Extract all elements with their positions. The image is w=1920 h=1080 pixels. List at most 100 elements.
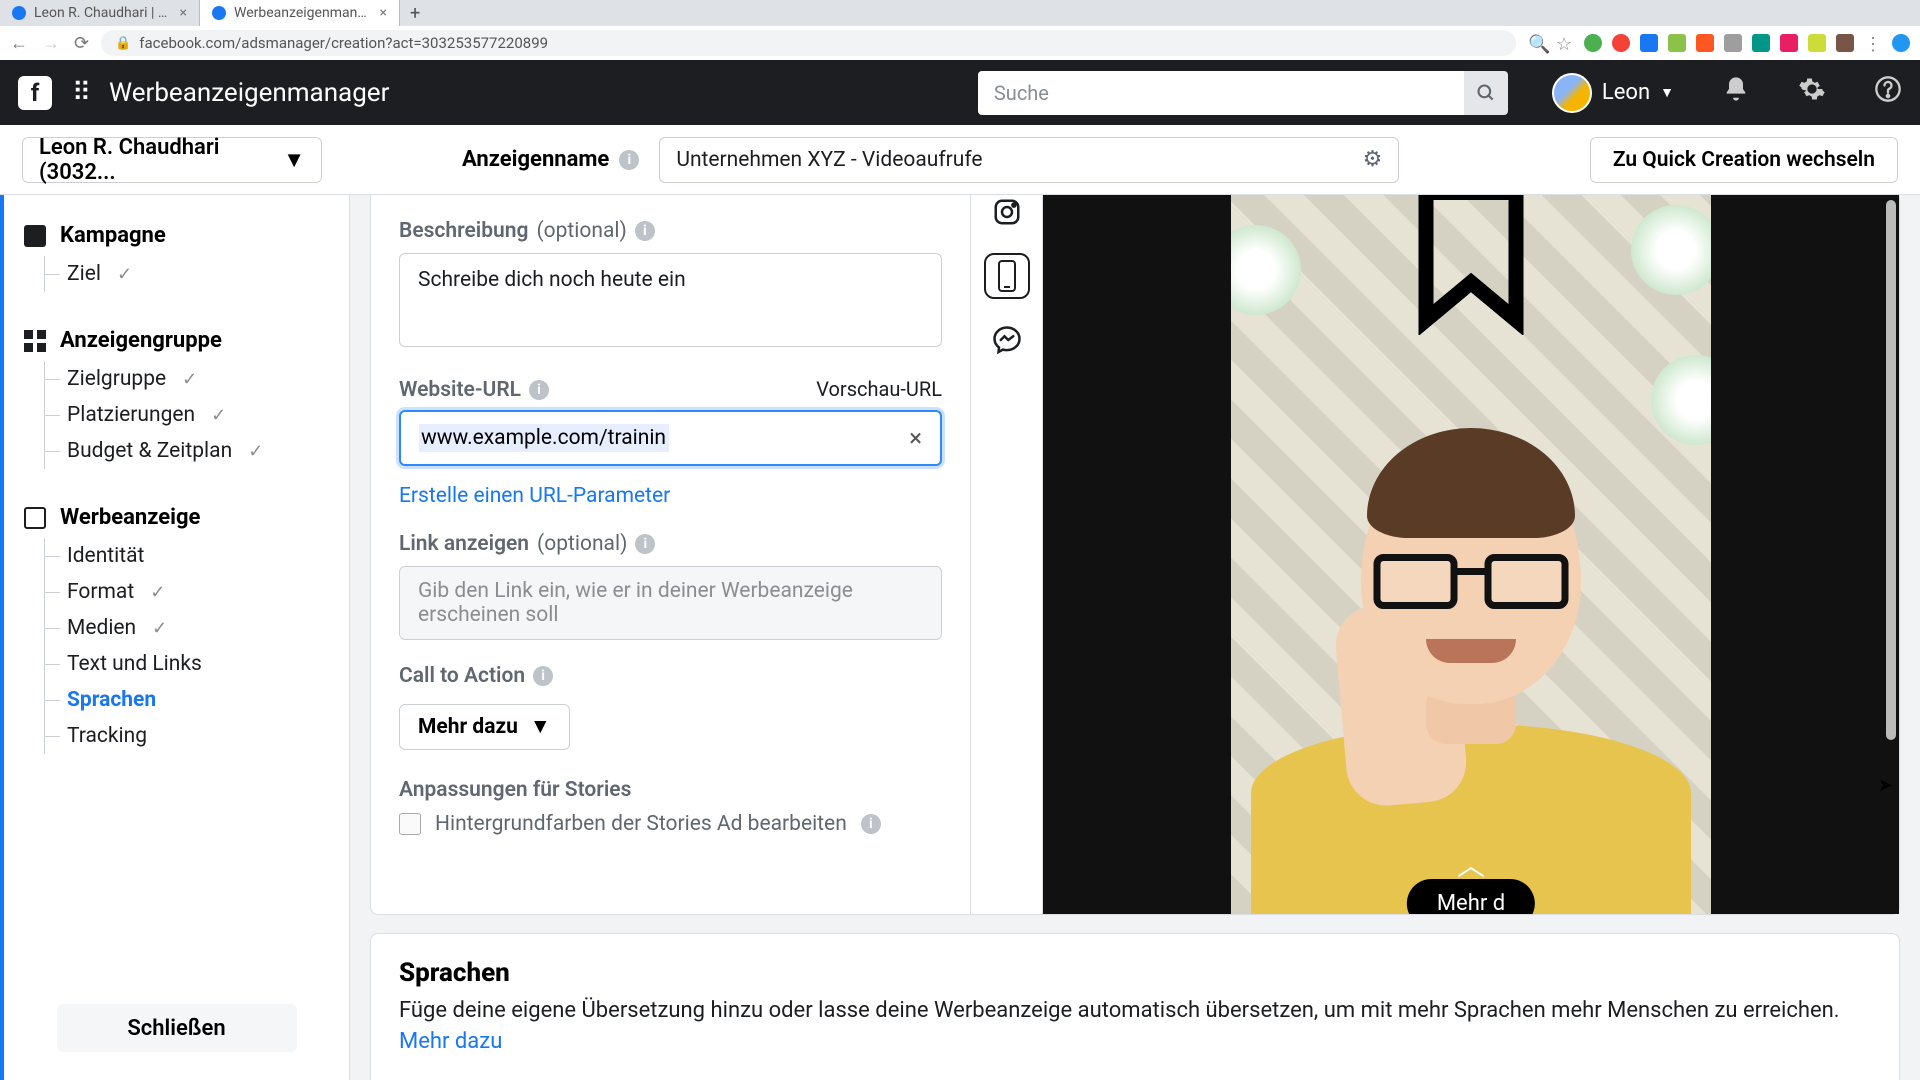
sidebar-item-identitaet[interactable]: Identität xyxy=(43,538,349,574)
ext-icon[interactable] xyxy=(1696,34,1714,52)
learn-more-link[interactable]: Mehr dazu xyxy=(399,1029,502,1054)
gear-icon[interactable]: ⚙ xyxy=(1363,147,1383,172)
back-icon[interactable]: ← xyxy=(10,33,28,54)
info-icon[interactable]: i xyxy=(533,666,553,686)
content: Beschreibung (optional) i Website-URL i … xyxy=(350,195,1920,1080)
sidebar-item-format[interactable]: Format✓ xyxy=(43,574,349,610)
new-tab-button[interactable]: + xyxy=(400,3,430,24)
settings-icon[interactable] xyxy=(1798,75,1826,110)
sidebar-group-campaign: Kampagne Ziel✓ xyxy=(4,215,349,292)
ad-name-input[interactable]: Unternehmen XYZ - Videoaufrufe ⚙ xyxy=(659,137,1399,183)
ext-icon[interactable] xyxy=(1640,34,1658,52)
check-icon: ✓ xyxy=(117,264,132,285)
browser-tab[interactable]: Leon R. Chaudhari | Facebook × xyxy=(0,0,200,26)
facebook-favicon xyxy=(12,6,26,20)
browser-chrome: Leon R. Chaudhari | Facebook × Werbeanze… xyxy=(0,0,1920,60)
ext-icon[interactable] xyxy=(1668,34,1686,52)
chevron-down-icon: ▼ xyxy=(283,147,305,173)
ext-icon[interactable] xyxy=(1724,34,1742,52)
account-name: Leon R. Chaudhari (3032... xyxy=(39,135,283,185)
info-icon[interactable]: i xyxy=(861,814,881,834)
website-url-label: Website-URL i xyxy=(399,378,549,402)
reload-icon[interactable]: ⟳ xyxy=(74,33,89,54)
browser-tab[interactable]: Werbeanzeigenmanager - Cre × xyxy=(200,0,400,26)
ad-editor-card: Beschreibung (optional) i Website-URL i … xyxy=(370,195,1900,915)
preview-device-column xyxy=(971,195,1043,914)
website-url-input[interactable]: × xyxy=(399,410,942,466)
search-button[interactable] xyxy=(1464,71,1508,115)
languages-title: Sprachen xyxy=(399,958,1871,988)
tab-bar: Leon R. Chaudhari | Facebook × Werbeanze… xyxy=(0,0,1920,26)
sidebar-item-ziel[interactable]: Ziel✓ xyxy=(43,256,349,292)
instagram-icon[interactable] xyxy=(984,195,1030,235)
ext-icon[interactable] xyxy=(1584,34,1602,52)
sidebar-item-text[interactable]: Text und Links xyxy=(43,646,349,682)
zoom-icon[interactable]: 🔍 xyxy=(1528,34,1546,52)
sidebar-head-ad[interactable]: Werbeanzeige xyxy=(4,497,349,538)
facebook-logo[interactable]: f xyxy=(18,76,52,110)
sidebar-item-budget[interactable]: Budget & Zeitplan✓ xyxy=(43,433,349,469)
close-tab-icon[interactable]: × xyxy=(380,5,387,21)
preview-cta-pill[interactable]: Mehr d xyxy=(1407,879,1535,914)
sidebar-item-sprachen[interactable]: Sprachen xyxy=(43,682,349,718)
sidebar-head-adset[interactable]: Anzeigengruppe xyxy=(4,320,349,361)
ext-icon[interactable] xyxy=(1836,34,1854,52)
ad-preview: ︿ Mehr d ➤ xyxy=(1043,195,1899,914)
url-parameter-link[interactable]: Erstelle einen URL-Parameter xyxy=(399,484,942,508)
forward-icon[interactable]: → xyxy=(42,33,60,54)
preview-url-link[interactable]: Vorschau-URL xyxy=(816,377,942,401)
menu-icon[interactable]: ⋮ xyxy=(1864,34,1882,52)
nav-icons: ← → ⟳ xyxy=(10,33,89,54)
user-menu[interactable]: Leon ▼ xyxy=(1552,73,1674,113)
help-icon[interactable] xyxy=(1874,75,1902,110)
account-selector[interactable]: Leon R. Chaudhari (3032... ▼ xyxy=(22,137,322,183)
close-tab-icon[interactable]: × xyxy=(180,5,187,21)
sidebar-head-campaign[interactable]: Kampagne xyxy=(4,215,349,256)
quick-creation-button[interactable]: Zu Quick Creation wechseln xyxy=(1590,137,1898,183)
profile-icon[interactable] xyxy=(1892,34,1910,52)
cta-dropdown[interactable]: Mehr dazu ▼ xyxy=(399,704,570,750)
ad-icon xyxy=(24,507,46,529)
ext-icon[interactable] xyxy=(1752,34,1770,52)
url-input[interactable]: 🔒 facebook.com/adsmanager/creation?act=3… xyxy=(101,30,1516,56)
address-bar: ← → ⟳ 🔒 facebook.com/adsmanager/creation… xyxy=(0,26,1920,60)
sidebar-group-adset: Anzeigengruppe Zielgruppe✓ Platzierungen… xyxy=(4,320,349,469)
main: Kampagne Ziel✓ Anzeigengruppe Zielgruppe… xyxy=(0,195,1920,1080)
link-display-input[interactable]: Gib den Link ein, wie er in deiner Werbe… xyxy=(399,566,942,640)
info-icon[interactable]: i xyxy=(619,150,639,170)
link-display-label: Link anzeigen (optional) i xyxy=(399,532,942,556)
website-url-field[interactable] xyxy=(419,424,669,452)
sidebar: Kampagne Ziel✓ Anzeigengruppe Zielgruppe… xyxy=(0,195,350,1080)
notifications-icon[interactable] xyxy=(1722,75,1750,110)
sidebar-item-medien[interactable]: Medien✓ xyxy=(43,610,349,646)
info-icon[interactable]: i xyxy=(635,221,655,241)
tab-label: Leon R. Chaudhari | Facebook xyxy=(34,5,172,21)
mobile-icon[interactable] xyxy=(984,253,1030,299)
tab-label: Werbeanzeigenmanager - Cre xyxy=(234,5,372,21)
ext-icon[interactable] xyxy=(1808,34,1826,52)
scrollbar[interactable] xyxy=(1886,195,1896,1060)
ad-name-value: Unternehmen XYZ - Videoaufrufe xyxy=(676,148,982,172)
messenger-icon[interactable] xyxy=(984,317,1030,363)
sidebar-item-tracking[interactable]: Tracking xyxy=(43,718,349,754)
ext-icon[interactable] xyxy=(1612,34,1630,52)
avatar xyxy=(1552,73,1592,113)
sidebar-item-zielgruppe[interactable]: Zielgruppe✓ xyxy=(43,361,349,397)
clear-icon[interactable]: × xyxy=(909,424,922,452)
info-icon[interactable]: i xyxy=(529,380,549,400)
search-input[interactable]: Suche xyxy=(978,71,1468,115)
scroll-thumb[interactable] xyxy=(1886,200,1896,740)
lock-icon: 🔒 xyxy=(115,36,131,51)
description-input[interactable] xyxy=(399,253,942,347)
apps-grid-icon[interactable]: ⠿ xyxy=(72,78,89,108)
preview-video-frame: ︿ Mehr d xyxy=(1231,195,1711,914)
info-icon[interactable]: i xyxy=(635,534,655,554)
star-icon[interactable]: ☆ xyxy=(1556,34,1574,52)
languages-card: Sprachen Füge deine eigene Übersetzung h… xyxy=(370,933,1900,1080)
sidebar-group-ad: Werbeanzeige Identität Format✓ Medien✓ T… xyxy=(4,497,349,754)
stories-checkbox-row[interactable]: Hintergrundfarben der Stories Ad bearbei… xyxy=(399,812,942,836)
ext-icon[interactable] xyxy=(1780,34,1798,52)
checkbox[interactable] xyxy=(399,813,421,835)
close-button[interactable]: Schließen xyxy=(57,1004,297,1052)
sidebar-item-platzierungen[interactable]: Platzierungen✓ xyxy=(43,397,349,433)
